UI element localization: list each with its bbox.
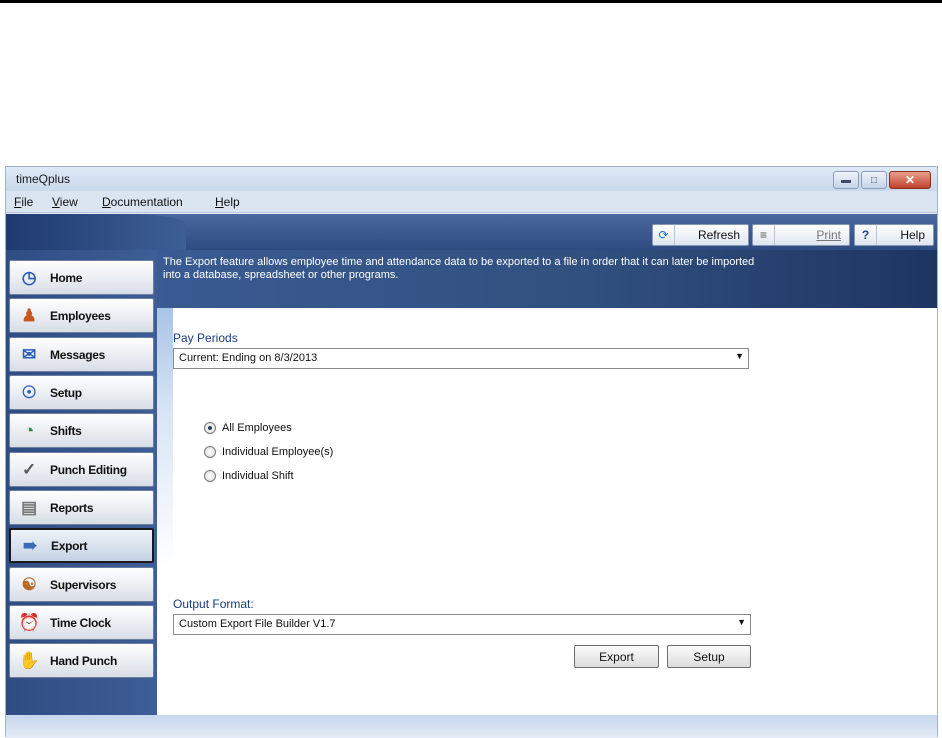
description-banner: The Export feature allows employee time … (157, 250, 937, 308)
hand-punch-icon: ✋ (18, 650, 40, 670)
export-icon: ➠ (23, 535, 37, 555)
employees-icon: ♟ (21, 305, 37, 325)
output-format-select[interactable]: Custom Export File Builder V1.7 ▼ (173, 614, 751, 635)
sidebar-item-label: Messages (50, 347, 105, 362)
window-title: timeQplus (16, 172, 71, 186)
supervisors-icon: ☯ (21, 574, 37, 594)
radio-all-employees[interactable]: All Employees (204, 422, 292, 434)
app-window: timeQplus ▬ □ ✕ File View Documentation … (5, 166, 938, 738)
sidebar-item-label: Time Clock (50, 615, 111, 630)
menu-documentation-label: ocumentation (110, 195, 183, 209)
sidebar-item-export[interactable]: ➠ Export (9, 528, 154, 563)
radio-individual-employees[interactable]: Individual Employee(s) (204, 446, 333, 458)
home-icon: ◷ (21, 267, 37, 287)
sidebar-item-label: Supervisors (50, 577, 117, 592)
output-format-label: Output Format: (173, 597, 254, 611)
help-icon: ? (855, 225, 877, 245)
title-bar: timeQplus ▬ □ ✕ (6, 167, 937, 191)
punch-editing-icon: ✓ (22, 459, 36, 479)
refresh-button[interactable]: ⟳ Refresh (652, 224, 749, 246)
setup-button[interactable]: Setup (667, 645, 751, 668)
help-button[interactable]: ? Help (854, 224, 934, 246)
chevron-down-icon: ▼ (735, 351, 744, 361)
sidebar-item-home[interactable]: ◷ Home (9, 260, 154, 295)
maximize-icon: □ (870, 174, 878, 186)
pay-periods-label: Pay Periods (173, 331, 238, 345)
top-rule (0, 0, 942, 3)
sidebar-item-label: Home (50, 270, 83, 285)
sidebar-item-label: Hand Punch (50, 653, 118, 668)
print-label: Print (816, 228, 841, 242)
menu-view[interactable]: View (52, 195, 78, 209)
radio-button[interactable] (204, 446, 216, 458)
radio-label: Individual Shift (222, 470, 294, 482)
menu-help-label: elp (223, 195, 240, 209)
maximize-button[interactable]: □ (861, 171, 887, 189)
minimize-button[interactable]: ▬ (833, 171, 859, 189)
close-button[interactable]: ✕ (889, 171, 931, 189)
main-content: The Export feature allows employee time … (157, 250, 937, 715)
sidebar: ◷ Home ♟ Employees ✉ Messages ☉ Setup ◔ … (6, 250, 157, 715)
sidebar-item-time-clock[interactable]: ⏰ Time Clock (9, 605, 154, 640)
refresh-label: Refresh (697, 228, 740, 242)
output-format-value: Custom Export File Builder V1.7 (179, 618, 336, 630)
setup-icon: ☉ (21, 382, 37, 402)
sidebar-item-punch-editing[interactable]: ✓ Punch Editing (9, 452, 154, 487)
sidebar-item-label: Shifts (50, 423, 82, 438)
radio-button-checked[interactable] (204, 422, 216, 434)
print-icon: ≡ (753, 225, 775, 245)
radio-label: All Employees (222, 422, 292, 434)
sidebar-item-employees[interactable]: ♟ Employees (9, 298, 154, 333)
export-button[interactable]: Export (574, 645, 659, 668)
window-controls: ▬ □ ✕ (833, 171, 931, 189)
radio-label: Individual Employee(s) (222, 446, 334, 458)
menu-help[interactable]: Help (215, 195, 240, 209)
sidebar-item-label: Employees (50, 308, 111, 323)
sidebar-item-label: Reports (50, 500, 94, 515)
menu-documentation-accel: D (102, 195, 111, 209)
pay-periods-value: Current: Ending on 8/3/2013 (179, 352, 318, 364)
sidebar-item-label: Punch Editing (50, 462, 127, 477)
toolbar: ⟳ Refresh ≡ Print ? Help (6, 214, 937, 250)
menu-file[interactable]: File (14, 195, 33, 209)
minimize-icon: ▬ (841, 174, 851, 186)
sidebar-item-supervisors[interactable]: ☯ Supervisors (9, 567, 154, 602)
status-bar (6, 715, 937, 738)
help-label: Help (900, 228, 925, 242)
menu-bar: File View Documentation Help (6, 191, 937, 213)
options-panel (173, 308, 937, 568)
radio-individual-shift[interactable]: Individual Shift (204, 470, 294, 482)
radio-button[interactable] (204, 470, 216, 482)
shifts-icon: ◔ (24, 420, 34, 440)
time-clock-icon: ⏰ (18, 612, 40, 632)
chevron-down-icon: ▼ (737, 617, 746, 627)
menu-documentation[interactable]: Documentation (102, 195, 183, 209)
toolbar-decoration (6, 214, 186, 250)
sidebar-item-label: Setup (50, 385, 82, 400)
print-button[interactable]: ≡ Print (752, 224, 850, 246)
sidebar-item-hand-punch[interactable]: ✋ Hand Punch (9, 643, 154, 678)
sidebar-item-label: Export (51, 538, 88, 553)
pay-periods-select[interactable]: Current: Ending on 8/3/2013 ▼ (173, 348, 749, 369)
menu-view-accel: V (52, 195, 60, 209)
sidebar-item-shifts[interactable]: ◔ Shifts (9, 413, 154, 448)
sidebar-item-setup[interactable]: ☉ Setup (9, 375, 154, 410)
refresh-icon: ⟳ (653, 225, 675, 245)
sidebar-item-reports[interactable]: ▤ Reports (9, 490, 154, 525)
menu-view-label: iew (59, 195, 78, 209)
description-text: The Export feature allows employee time … (163, 256, 755, 281)
menu-help-accel: H (215, 195, 224, 209)
sidebar-item-messages[interactable]: ✉ Messages (9, 337, 154, 372)
messages-icon: ✉ (22, 344, 36, 364)
close-icon: ✕ (904, 173, 916, 187)
reports-icon: ▤ (21, 497, 37, 517)
menu-file-label: ile (21, 195, 34, 209)
